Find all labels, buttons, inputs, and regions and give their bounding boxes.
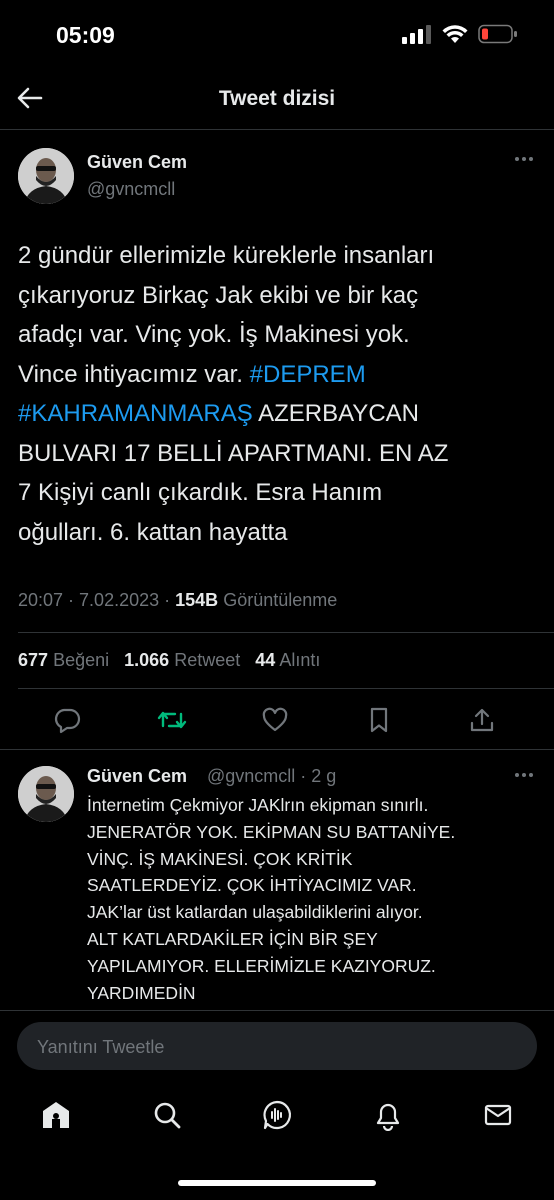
hashtag-link[interactable]: #KAHRAMANMARAŞ — [18, 400, 253, 427]
tab-messages[interactable] — [481, 1098, 515, 1132]
tweet-text-line: BULVARI 17 BELLİ APARTMANI. EN AZ — [18, 439, 449, 467]
likes-count: 677 — [18, 650, 49, 670]
more-icon — [515, 773, 533, 777]
divider — [0, 1010, 554, 1011]
author-handle[interactable]: @gvncmcll — [87, 179, 175, 200]
retweets-stat[interactable]: 1.066 Retweet — [124, 650, 240, 670]
views-label: Görüntülenme — [223, 590, 338, 610]
retweets-count: 1.066 — [124, 650, 170, 670]
tweet-text-line: 2 gündür ellerimizle küreklerle insanlar… — [18, 242, 435, 269]
tweet-stats: 677 Beğeni 1.066 Retweet 44 Alıntı — [18, 650, 320, 671]
like-icon — [262, 707, 288, 732]
author-name[interactable]: Güven Cem — [87, 152, 187, 173]
quotes-label: Alıntı — [279, 650, 321, 670]
divider — [18, 688, 554, 689]
bookmark-icon — [370, 707, 388, 733]
hashtag-link[interactable]: #DEPREM — [250, 361, 366, 388]
reply-icon — [54, 708, 81, 734]
tab-home[interactable] — [39, 1098, 73, 1132]
spaces-icon — [263, 1100, 291, 1130]
tweet-text-line: AZERBAYCAN — [252, 400, 419, 427]
tweet-text-line: oğulları. 6. kattan hayatta — [18, 518, 288, 546]
divider — [18, 632, 554, 633]
views-count: 154B — [175, 590, 219, 610]
quotes-count: 44 — [255, 650, 276, 670]
tweet-text: 2 gündür ellerimizle küreklerle insanlar… — [18, 236, 548, 552]
reply-avatar[interactable] — [18, 766, 74, 822]
likes-label: Beğeni — [53, 650, 110, 670]
reply-button[interactable] — [51, 704, 83, 736]
divider — [0, 129, 554, 130]
messages-icon — [484, 1104, 512, 1126]
search-icon — [154, 1102, 181, 1129]
bookmark-button[interactable] — [363, 704, 395, 736]
tweet-text-line: 7 Kişiyi canlı çıkardık. Esra Hanım — [18, 479, 383, 506]
like-button[interactable] — [259, 704, 291, 736]
tweet-meta: 20:07 · 7.02.2023 · 154B Görüntülenme — [18, 590, 337, 611]
status-icons — [402, 24, 518, 44]
status-bar: 05:09 — [0, 0, 554, 72]
status-time: 05:09 — [56, 22, 115, 48]
home-icon — [43, 1102, 69, 1128]
tab-search[interactable] — [150, 1098, 184, 1132]
tab-spaces[interactable] — [260, 1098, 294, 1132]
quotes-stat[interactable]: 44 Alıntı — [255, 650, 320, 670]
notifications-icon — [376, 1103, 400, 1131]
tab-notifications[interactable] — [371, 1098, 405, 1132]
avatar[interactable] — [18, 148, 74, 204]
avatar-photo — [18, 766, 74, 822]
share-button[interactable] — [466, 704, 498, 736]
divider — [0, 749, 554, 750]
avatar-photo — [18, 148, 74, 204]
tweet-actions — [0, 704, 554, 736]
more-icon — [515, 157, 533, 161]
tweet-text-line: afadçı var. Vinç yok. İş Makinesi yok. — [18, 321, 410, 348]
page-title: Tweet dizisi — [218, 87, 336, 110]
reply-author-name[interactable]: Güven Cem — [87, 766, 187, 787]
reply-input[interactable] — [35, 1022, 519, 1072]
reply-more-options-button[interactable] — [514, 766, 534, 784]
tweet-text-line: Vince ihtiyacımız var. — [18, 360, 243, 388]
tweet-timestamp[interactable]: 20:07 · 7.02.2023 · — [18, 590, 170, 610]
likes-stat[interactable]: 677 Beğeni — [18, 650, 109, 670]
share-icon — [470, 708, 494, 732]
cellular-signal-icon — [402, 25, 431, 44]
wifi-icon — [442, 25, 468, 43]
tweet-text-line: çıkarıyoruz Birkaç Jak ekibi ve bir kaç — [18, 281, 419, 309]
bottom-tab-bar — [0, 1082, 554, 1152]
reply-author-handle[interactable]: @gvncmcll · 2 g — [207, 766, 336, 787]
battery-icon — [478, 24, 517, 44]
reply-compose-box[interactable] — [17, 1022, 537, 1072]
more-options-button[interactable] — [514, 150, 534, 168]
retweet-icon — [157, 711, 187, 729]
retweets-label: Retweet — [174, 650, 241, 670]
reply-tweet-text: İnternetim Çekmiyor JAKlrın ekipman sını… — [87, 795, 456, 1003]
retweet-button[interactable] — [156, 704, 188, 736]
home-indicator — [178, 1180, 376, 1186]
top-nav: Tweet dizisi — [0, 70, 554, 128]
